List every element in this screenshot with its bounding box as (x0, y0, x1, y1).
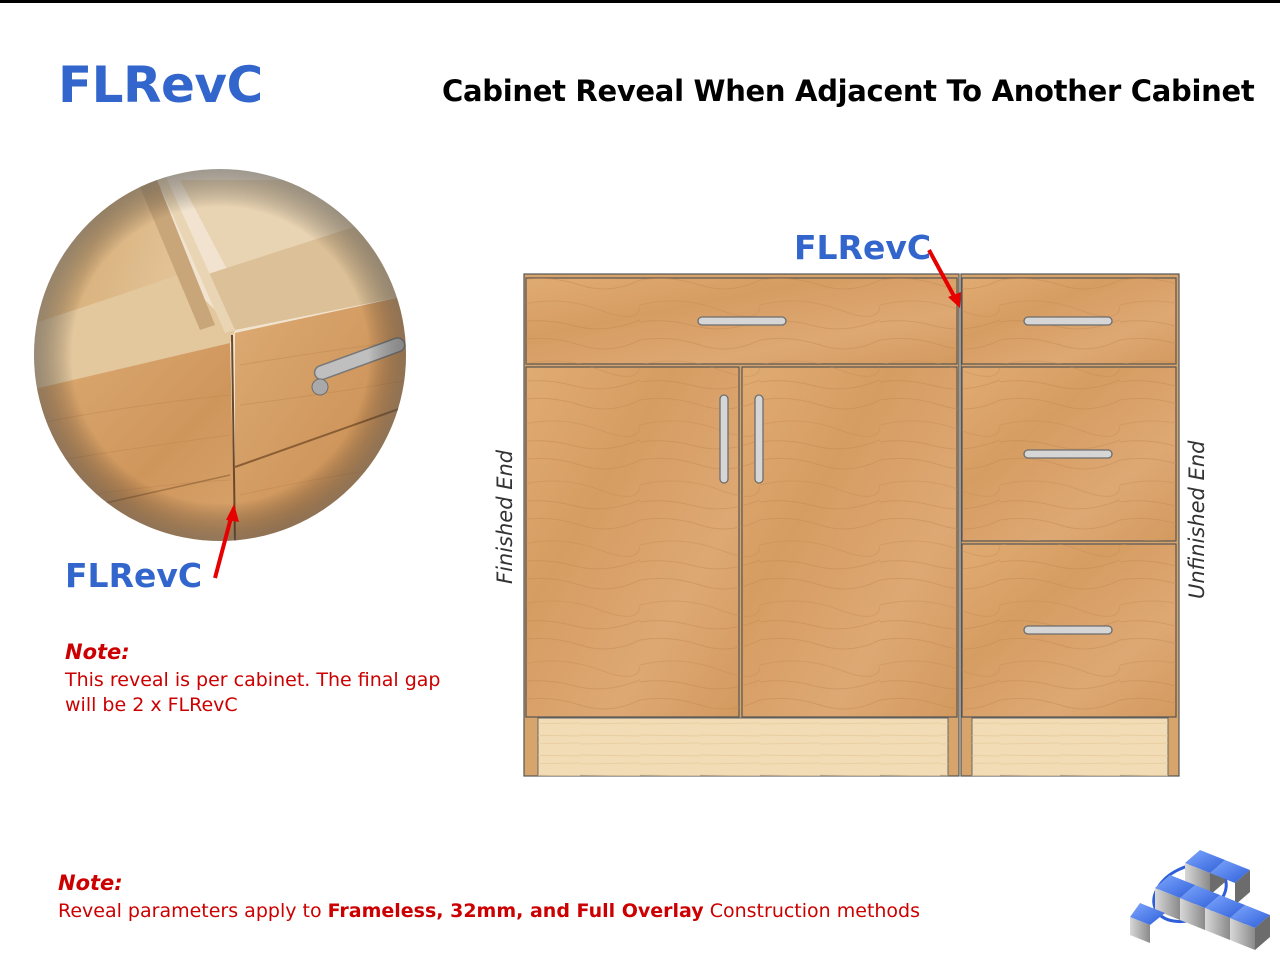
footer-note-prefix: Reveal parameters apply to (58, 900, 328, 922)
elevation-flrevc-label: FLRevC (794, 228, 932, 267)
footer-note-suffix: Construction methods (703, 900, 921, 922)
detail-zoom-image (34, 169, 406, 541)
page-subtitle: Cabinet Reveal When Adjacent To Another … (442, 74, 1255, 108)
unfinished-end-label: Unfinished End (1185, 440, 1209, 599)
footer-note-heading: Note: (58, 871, 123, 895)
top-rule (0, 0, 1280, 3)
company-logo (1130, 850, 1270, 950)
finished-end-label: Finished End (493, 449, 517, 584)
detail-note-heading: Note: (65, 640, 130, 664)
detail-note-text: This reveal is per cabinet. The final ga… (65, 669, 441, 716)
detail-flrevc-label: FLRevC (65, 556, 203, 595)
page-title: FLRevC (58, 56, 263, 114)
cabinet-elevation (523, 273, 1180, 777)
footer-note-text: Reveal parameters apply to Frameless, 32… (58, 900, 920, 922)
footer-note-bold: Frameless, 32mm, and Full Overlay (327, 900, 704, 922)
